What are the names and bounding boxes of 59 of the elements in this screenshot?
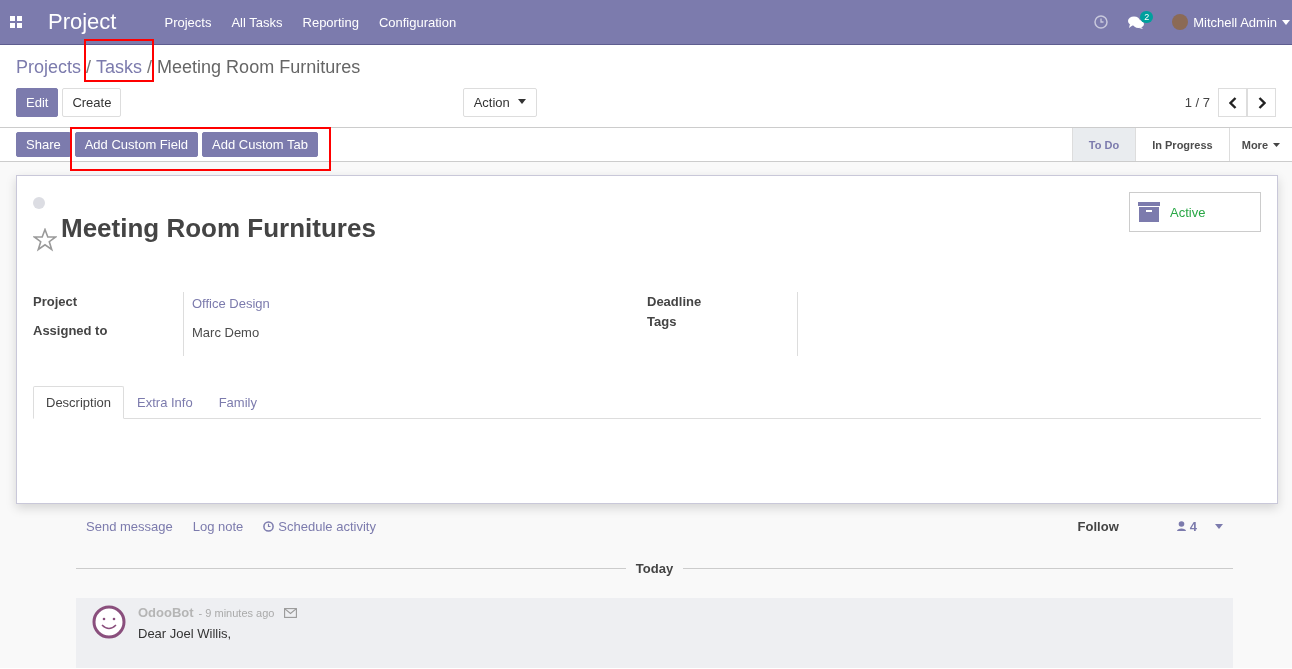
field-label: Project	[33, 294, 79, 309]
smiley-avatar-icon	[92, 605, 126, 639]
schedule-activity-link[interactable]: Schedule activity	[263, 518, 376, 534]
envelope-icon	[284, 607, 298, 618]
stage-button[interactable]: To Do	[1071, 128, 1136, 161]
header-button[interactable]: Share	[16, 132, 71, 157]
message-text: Dear Joel Willis,	[138, 626, 233, 641]
caret-icon	[1273, 142, 1280, 147]
chatter-link[interactable]: Log note	[192, 518, 244, 534]
breadcrumb-separator: /	[147, 57, 153, 78]
menu-link[interactable]: Reporting	[302, 14, 359, 30]
app-title: Project	[48, 9, 117, 35]
user-avatar	[1172, 14, 1189, 30]
followers-button[interactable]: 4	[1170, 517, 1203, 535]
menu-link[interactable]: Projects	[164, 14, 212, 30]
menu-link[interactable]: All Tasks	[231, 14, 283, 30]
tab[interactable]: Family	[205, 386, 270, 419]
archive-box-icon	[1138, 202, 1160, 222]
menu-link[interactable]: Configuration	[378, 14, 457, 30]
chatter-link[interactable]: Send message	[86, 518, 173, 534]
field-label: Deadline	[647, 294, 703, 309]
tab[interactable]: Extra Info	[124, 386, 206, 419]
breadcrumb-current: Meeting Room Furnitures	[157, 57, 361, 77]
notification-badge: 2	[1140, 10, 1154, 23]
breadcrumb-link[interactable]: Tasks	[96, 57, 143, 77]
clock-icon[interactable]	[1094, 15, 1109, 29]
edit-button[interactable]: Edit	[16, 88, 59, 117]
chat-bubbles-icon[interactable]	[1128, 15, 1145, 29]
record-title: Meeting Room Furnitures	[61, 213, 376, 244]
clock-icon	[263, 520, 275, 532]
user-menu[interactable]: Mitchell Admin	[1193, 14, 1277, 30]
field-label: Tags	[647, 314, 678, 329]
field-value: Marc Demo	[192, 325, 261, 340]
tab[interactable]: Description	[33, 386, 125, 419]
breadcrumb-separator: /	[86, 57, 92, 78]
person-icon	[1176, 521, 1186, 531]
pager-value: 1 / 7	[1184, 95, 1210, 110]
chevron-right-icon	[1257, 96, 1266, 109]
message-author: OdooBot	[138, 605, 194, 620]
header-button[interactable]: Add Custom Field	[74, 132, 199, 157]
status-dot-icon	[33, 197, 45, 209]
chevron-left-icon	[1228, 96, 1237, 109]
caret-icon	[517, 98, 526, 104]
breadcrumb-link[interactable]: Projects	[16, 57, 82, 77]
create-button[interactable]: Create	[62, 88, 122, 117]
message-time: - 9 minutes ago	[198, 606, 275, 619]
header-button[interactable]: Add Custom Tab	[202, 132, 318, 157]
previous-button[interactable]	[1218, 88, 1247, 117]
caret-icon	[1282, 19, 1290, 25]
field-label: Assigned to	[33, 323, 109, 338]
star-icon[interactable]	[33, 228, 57, 252]
caret-icon	[1215, 523, 1223, 529]
field-link[interactable]: Office Design	[192, 296, 270, 311]
apps-grid-icon[interactable]	[10, 16, 22, 28]
next-button[interactable]	[1247, 88, 1276, 117]
date-separator: Today	[635, 560, 674, 576]
follow-button[interactable]: Follow	[1071, 517, 1125, 535]
active-toggle-button[interactable]: Active	[1129, 192, 1261, 232]
action-dropdown[interactable]: Action	[462, 88, 537, 117]
